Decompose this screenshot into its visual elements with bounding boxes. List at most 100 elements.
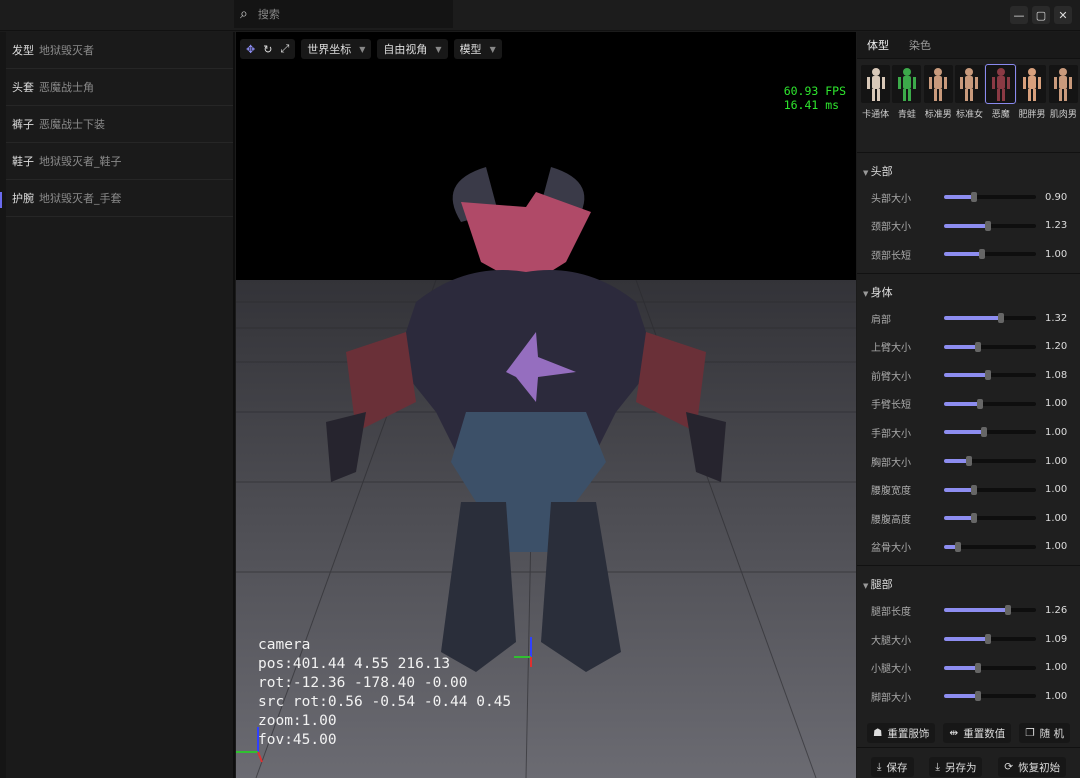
- reset-values-button[interactable]: ⇹ 重置数值: [943, 723, 1012, 743]
- body-preset[interactable]: 标准男: [923, 65, 953, 152]
- slider[interactable]: [944, 220, 1036, 231]
- tab-body-shape[interactable]: 体型: [867, 37, 889, 53]
- body-preset[interactable]: 恶魔: [985, 64, 1017, 152]
- fps-text: 60.93 FPS: [783, 84, 846, 98]
- body-preset-label: 恶魔: [991, 110, 1010, 120]
- slider-row: 上臂大小 1.20: [857, 332, 1080, 361]
- slider[interactable]: [944, 484, 1036, 495]
- restore-button[interactable]: ⟳ 恢复初始: [998, 757, 1067, 777]
- equipment-item[interactable]: 头套 恶魔战士角: [6, 69, 233, 106]
- body-preset-label: 卡通体: [862, 110, 890, 120]
- camera-pos: pos:401.44 4.55 216.13: [258, 656, 451, 672]
- section-header[interactable]: ▼ 身体: [857, 274, 1080, 304]
- slider-label: 腰腹高度: [871, 514, 911, 526]
- caret-down-icon: ▼: [863, 289, 871, 298]
- slider-thumb[interactable]: [971, 513, 978, 524]
- slider[interactable]: [944, 662, 1036, 673]
- slider-value: 1.00: [1045, 455, 1068, 467]
- slider-fill: [944, 694, 979, 699]
- body-preset[interactable]: 肥胖男: [1017, 65, 1047, 152]
- slider-thumb[interactable]: [976, 398, 983, 409]
- view-dropdown[interactable]: 自由视角 ▼: [377, 39, 448, 59]
- slider[interactable]: [944, 249, 1036, 260]
- scale-icon[interactable]: ⤢: [280, 42, 289, 56]
- equipment-item[interactable]: 裤子 恶魔战士下装: [6, 106, 233, 143]
- slider-thumb[interactable]: [980, 427, 987, 438]
- save-button[interactable]: ⤓ 保存: [870, 757, 914, 777]
- body-preset[interactable]: 青蛙: [892, 65, 922, 152]
- chevron-down-icon: ▼: [435, 44, 442, 54]
- slider[interactable]: [944, 605, 1036, 616]
- equipment-item[interactable]: 护腕 地狱毁灭者_手套: [6, 180, 233, 217]
- search-box[interactable]: ⌕ 搜索: [234, 0, 453, 28]
- slider[interactable]: [944, 370, 1036, 381]
- slider-thumb[interactable]: [985, 370, 992, 381]
- equipment-item[interactable]: 鞋子 地狱毁灭者_鞋子: [6, 143, 233, 180]
- slider-thumb[interactable]: [965, 456, 972, 467]
- slider-value: 1.08: [1045, 369, 1068, 381]
- body-thumbnail: [1048, 65, 1078, 103]
- section-header[interactable]: ▼ 腿部: [857, 566, 1080, 596]
- slider-thumb[interactable]: [1005, 605, 1012, 616]
- equipment-panel: 发型 地狱毁灭者 头套 恶魔战士角 裤子 恶魔战士下装 鞋子 地狱毁灭者_鞋子 护腕 地狱毁灭者_…: [0, 32, 235, 778]
- save-as-button[interactable]: ⤓ 另存为: [929, 757, 983, 777]
- slider-thumb[interactable]: [998, 313, 1005, 324]
- frame-time-text: 16.41 ms: [783, 98, 840, 112]
- chevron-down-icon: ▼: [489, 44, 496, 54]
- slider-thumb[interactable]: [985, 634, 992, 645]
- slider[interactable]: [944, 427, 1036, 438]
- slider[interactable]: [944, 456, 1036, 467]
- equipment-item[interactable]: 发型 地狱毁灭者: [6, 32, 233, 69]
- slider-thumb[interactable]: [954, 541, 961, 552]
- slider-value: 1.09: [1045, 633, 1068, 645]
- slider[interactable]: [944, 192, 1036, 203]
- body-preset[interactable]: 卡通体: [861, 65, 890, 152]
- body-thumbnail: [923, 65, 953, 103]
- reset-outfit-button[interactable]: ☗ 重置服饰: [867, 723, 936, 743]
- maximize-button[interactable]: ▢: [1032, 6, 1050, 24]
- search-input[interactable]: 搜索: [258, 6, 280, 22]
- body-thumbnail: [861, 65, 890, 103]
- slider-thumb[interactable]: [975, 662, 982, 673]
- slider-label: 大腿大小: [871, 635, 911, 647]
- slider[interactable]: [944, 341, 1036, 352]
- 3d-viewport[interactable]: ✥ ↻ ⤢ 世界坐标 ▼ 自由视角 ▼ 模型 ▼ 60.93 FPS 16.41 ms …: [236, 32, 856, 778]
- slider-thumb[interactable]: [975, 341, 982, 352]
- rotate-icon[interactable]: ↻: [263, 43, 272, 56]
- sliders-icon: ⇹: [949, 727, 959, 739]
- body-preset[interactable]: 标准女: [954, 65, 984, 152]
- tab-dye[interactable]: 染色: [909, 37, 931, 53]
- minimize-button[interactable]: —: [1010, 6, 1028, 24]
- slider-value: 1.32: [1045, 312, 1068, 324]
- slider-label: 胸部大小: [871, 457, 911, 469]
- search-icon: ⌕: [240, 6, 248, 22]
- slider[interactable]: [944, 691, 1036, 702]
- body-thumbnail: [892, 65, 922, 103]
- random-button[interactable]: ❐ 随 机: [1019, 723, 1070, 743]
- slider-thumb[interactable]: [975, 691, 982, 702]
- close-button[interactable]: ✕: [1054, 6, 1072, 24]
- camera-zoom: zoom:1.00: [258, 713, 337, 729]
- coord-dropdown[interactable]: 世界坐标 ▼: [301, 39, 372, 59]
- move-icon[interactable]: ✥: [246, 43, 255, 56]
- body-preset-label: 肥胖男: [1018, 110, 1046, 120]
- slider-thumb[interactable]: [971, 484, 978, 495]
- slider[interactable]: [944, 541, 1036, 552]
- slider-label: 肩部: [871, 314, 891, 326]
- body-preset[interactable]: 肌肉男: [1048, 65, 1078, 152]
- slider[interactable]: [944, 513, 1036, 524]
- slider-thumb[interactable]: [978, 249, 985, 260]
- slider-thumb[interactable]: [985, 220, 992, 231]
- slider-thumb[interactable]: [971, 192, 978, 203]
- slider[interactable]: [944, 313, 1036, 324]
- section-header[interactable]: ▼ 头部: [857, 153, 1080, 183]
- slider[interactable]: [944, 634, 1036, 645]
- mode-dropdown[interactable]: 模型 ▼: [453, 39, 502, 59]
- slider[interactable]: [944, 398, 1036, 409]
- body-presets: 卡通体 青蛙 标准男 标准女 恶魔 肥胖男 肌肉男: [857, 59, 1080, 153]
- download-icon: ⤓: [876, 760, 882, 773]
- slot-label: 裤子: [12, 118, 34, 131]
- dice-icon: ❐: [1025, 727, 1035, 739]
- slider-fill: [944, 401, 980, 406]
- fps-overlay: 60.93 FPS 16.41 ms: [784, 84, 846, 112]
